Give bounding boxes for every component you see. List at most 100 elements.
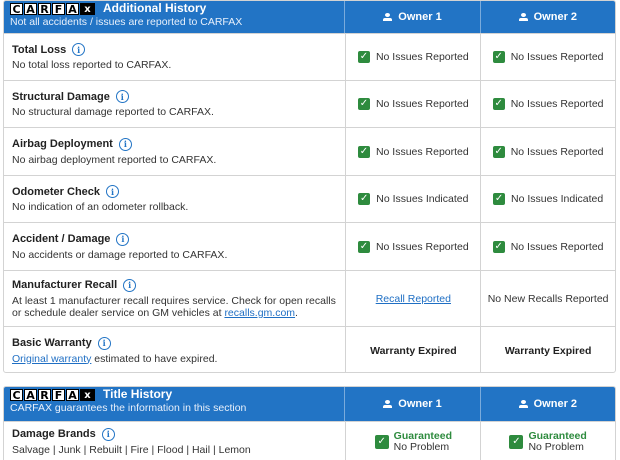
owner-2-cell: Warranty Expired — [480, 327, 615, 372]
logo-letter: A — [66, 388, 79, 401]
guarantee-text: Guaranteed No Problem — [393, 429, 453, 453]
row-title-wrap: Damage Brands i — [12, 427, 337, 441]
carfax-logo: CARFAx — [10, 2, 95, 15]
row-title: Structural Damage — [12, 90, 110, 103]
owner-1-status: Warranty Expired — [370, 344, 457, 357]
row-title: Basic Warranty — [12, 337, 92, 349]
check-icon: ✓ — [493, 193, 506, 205]
section-subtitle: Not all accidents / issues are reported … — [10, 16, 243, 28]
logo-letter: R — [38, 2, 51, 15]
logo-letter: A — [24, 388, 37, 401]
person-icon — [383, 399, 393, 409]
owner-2-label: Owner 2 — [533, 11, 578, 23]
info-icon[interactable]: i — [123, 278, 137, 292]
row-main-cell: Damage Brands i Salvage | Junk | Rebuilt … — [4, 422, 345, 460]
row-description: Salvage | Junk | Rebuilt | Fire | Flood … — [12, 443, 251, 456]
owner-1-header: Owner 1 — [344, 387, 479, 421]
row-title-wrap: Basic Warranty i — [12, 336, 337, 350]
check-icon: ✓ — [492, 98, 505, 110]
owner-2-status: No Issues Reported — [510, 98, 604, 110]
owner-1-cell: ✓ No Issues Reported — [345, 81, 480, 127]
header-title-cell: CARFAx Title History CARFAX guarantees t… — [4, 387, 344, 421]
info-icon[interactable]: i — [106, 185, 120, 198]
history-row-total-loss: Total Loss i No total loss reported to CA… — [4, 33, 615, 80]
guaranteed-label: Guaranteed — [393, 429, 453, 442]
row-title-wrap: Odometer Check i — [12, 185, 337, 198]
header-title-wrap: CARFAx Additional History Not all accide… — [10, 1, 242, 29]
owner-1-status: No Issues Reported — [375, 145, 469, 158]
owner-2-cell: ✓ No Issues Reported — [480, 34, 615, 80]
guarantee-text: Guaranteed No Problem — [528, 429, 587, 453]
info-icon[interactable]: i — [115, 90, 129, 103]
logo-letter: x — [80, 2, 95, 15]
logo-letter: C — [10, 2, 23, 15]
row-title: Manufacturer Recall — [12, 279, 118, 291]
history-row-odometer-check: Odometer Check i No indication of an odom… — [4, 175, 615, 222]
row-main-cell: Basic Warranty i Original warranty estima… — [4, 327, 345, 372]
owner-2-status: No New Recalls Reported — [487, 292, 609, 305]
owner-1-status: No Issues Reported — [375, 98, 469, 110]
header-title-wrap: CARFAx Title History CARFAX guarantees t… — [10, 387, 246, 415]
guarantee-badge: ✓ Guaranteed No Problem — [509, 429, 587, 453]
row-description: No airbag deployment reported to CARFAX. — [12, 153, 217, 166]
recalls-gm-link[interactable]: recalls.gm.com — [224, 307, 295, 319]
owner-2-status: No Issues Reported — [510, 51, 604, 63]
owner-1-label: Owner 1 — [398, 11, 442, 23]
section-subtitle: CARFAX guarantees the information in thi… — [10, 402, 247, 414]
owner-2-label: Owner 2 — [533, 398, 578, 410]
owner-2-cell: No New Recalls Reported — [480, 271, 615, 326]
logo-letter: A — [66, 2, 79, 15]
row-title-wrap: Total Loss i — [12, 43, 337, 56]
check-icon: ✓ — [357, 145, 370, 158]
section-title: Additional History — [103, 1, 207, 15]
row-title-wrap: Airbag Deployment i — [12, 137, 337, 151]
additional-history-header: CARFAx Additional History Not all accide… — [4, 1, 615, 33]
title-history-header: CARFAx Title History CARFAX guarantees t… — [4, 387, 615, 421]
guaranteed-label: Guaranteed — [528, 429, 587, 442]
owner-1-cell: ✓ No Issues Reported — [345, 223, 480, 270]
owner-2-cell: ✓ No Issues Reported — [480, 223, 615, 270]
person-icon — [383, 12, 393, 22]
info-icon[interactable]: i — [72, 43, 86, 56]
row-description: No indication of an odometer rollback. — [12, 201, 189, 213]
section-title: Title History — [103, 387, 173, 401]
row-title: Damage Brands — [12, 428, 96, 440]
row-main-cell: Accident / Damage i No accidents or damag… — [4, 223, 345, 270]
check-icon: ✓ — [492, 240, 505, 253]
row-main-cell: Structural Damage i No structural damage … — [4, 81, 345, 127]
owner-1-cell: ✓ No Issues Reported — [345, 34, 480, 80]
owner-1-status: No Issues Reported — [375, 51, 469, 63]
history-row-airbag-deployment: Airbag Deployment i No airbag deployment … — [4, 127, 615, 175]
row-title: Accident / Damage — [12, 233, 111, 245]
history-row-basic-warranty: Basic Warranty i Original warranty estima… — [4, 326, 615, 372]
row-main-cell: Airbag Deployment i No airbag deployment … — [4, 128, 345, 175]
header-title-line: CARFAx Additional History — [10, 1, 242, 15]
owner-2-cell: ✓ No Issues Reported — [480, 81, 615, 127]
owner-1-status: No Issues Reported — [375, 240, 469, 253]
info-icon[interactable]: i — [116, 232, 130, 246]
owner-2-status: No Issues Indicated — [511, 193, 604, 205]
row-title-wrap: Manufacturer Recall i — [12, 278, 337, 292]
no-problem-label: No Problem — [393, 440, 450, 453]
check-icon: ✓ — [357, 51, 370, 63]
original-warranty-link[interactable]: Original warranty — [12, 353, 91, 365]
row-title-wrap: Structural Damage i — [12, 90, 337, 103]
owner-1-label: Owner 1 — [398, 398, 442, 410]
logo-letter: R — [38, 388, 51, 401]
info-icon[interactable]: i — [101, 427, 115, 441]
info-icon[interactable]: i — [118, 137, 132, 151]
owner-2-header: Owner 2 — [479, 1, 615, 33]
owner-1-header: Owner 1 — [344, 1, 479, 33]
person-icon — [518, 12, 528, 22]
info-icon[interactable]: i — [97, 336, 111, 350]
check-icon: ✓ — [374, 434, 389, 449]
owner-1-cell: ✓ No Issues Indicated — [345, 176, 480, 222]
row-title: Odometer Check — [12, 185, 101, 198]
check-icon: ✓ — [357, 240, 370, 253]
logo-letter: F — [52, 388, 65, 401]
recall-reported-link[interactable]: Recall Reported — [376, 293, 451, 305]
owner-2-status: Warranty Expired — [504, 344, 592, 357]
history-row-damage-brands: Damage Brands i Salvage | Junk | Rebuilt … — [4, 421, 615, 460]
owner-1-cell: ✓ No Issues Reported — [345, 128, 480, 175]
row-description: No accidents or damage reported to CARFA… — [12, 248, 228, 261]
